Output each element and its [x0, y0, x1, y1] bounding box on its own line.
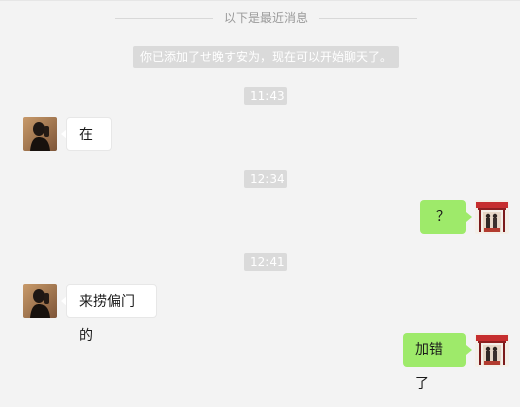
outgoing-message-bubble[interactable]: ？: [420, 200, 466, 234]
system-notice: 你已添加了せ晚す安为，现在可以开始聊天了。: [133, 46, 399, 68]
incoming-message-bubble[interactable]: 在: [66, 117, 112, 151]
incoming-message-bubble[interactable]: 来捞偏门的: [66, 284, 157, 344]
timestamp-chip: 12:34: [244, 170, 287, 188]
timestamp-chip: 12:41: [244, 253, 287, 271]
outgoing-message-bubble[interactable]: 加错了: [403, 333, 466, 392]
contact-avatar-icon[interactable]: [23, 284, 57, 318]
self-avatar-icon[interactable]: [475, 200, 509, 234]
timestamp-chip: 11:43: [244, 87, 287, 105]
recent-messages-divider: 以下是最近消息: [115, 8, 417, 28]
outgoing-bubble-tail: [466, 345, 472, 355]
top-border: [0, 0, 520, 1]
self-avatar-icon[interactable]: [475, 333, 509, 367]
outgoing-bubble-tail: [466, 212, 472, 222]
divider-line-right: [319, 18, 417, 19]
contact-avatar-icon[interactable]: [23, 117, 57, 151]
